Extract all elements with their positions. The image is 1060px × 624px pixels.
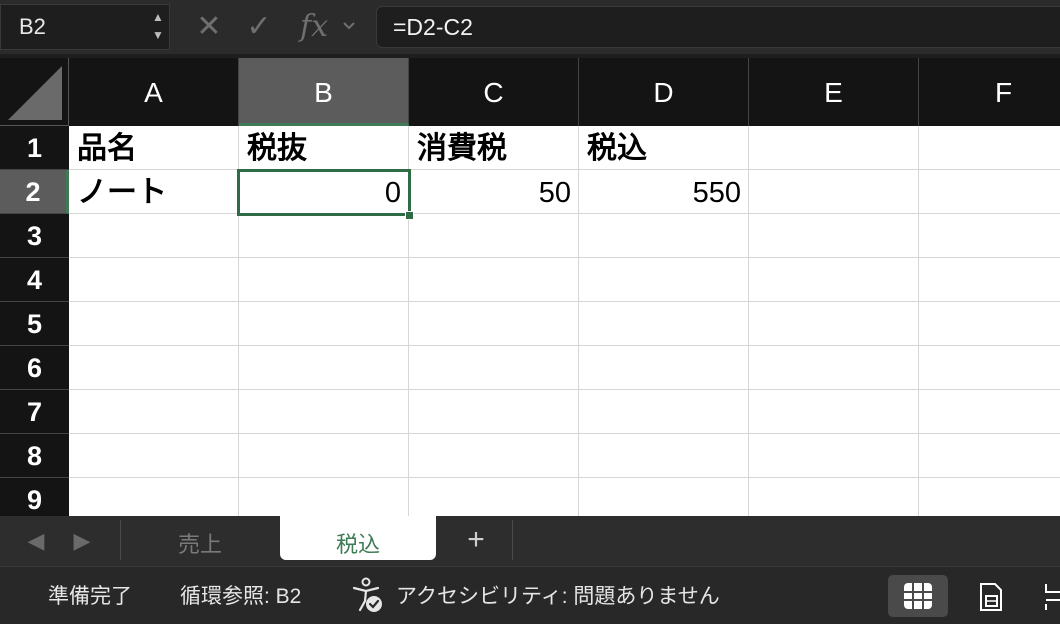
formula-input[interactable]: =D2-C2 xyxy=(376,6,1060,48)
column-header-a[interactable]: A xyxy=(69,58,239,126)
add-sheet-button[interactable]: + xyxy=(456,522,496,558)
status-accessibility[interactable]: アクセシビリティ: 問題ありません xyxy=(396,567,720,624)
cell-b2[interactable]: 0 xyxy=(239,170,409,214)
chevron-down-icon[interactable] xyxy=(338,6,360,48)
column-header-f[interactable]: F xyxy=(919,58,1060,126)
row-header-5[interactable]: 5 xyxy=(0,302,69,346)
status-circular-reference[interactable]: 循環参照: B2 xyxy=(180,567,301,624)
formula-bar: B2 ▲ ▼ ✕ ✓ fx =D2-C2 xyxy=(0,0,1060,54)
cell-c1[interactable]: 消費税 xyxy=(409,126,579,170)
cancel-icon[interactable]: ✕ xyxy=(192,6,226,48)
cell-c2[interactable]: 50 xyxy=(409,170,579,214)
sheet-tab-label: 税込 xyxy=(335,532,380,557)
fill-handle[interactable] xyxy=(405,211,414,220)
name-box-stepper[interactable]: ▲ ▼ xyxy=(150,8,166,46)
row-header-4[interactable]: 4 xyxy=(0,258,69,302)
row-header-8[interactable]: 8 xyxy=(0,434,69,478)
stepper-up-icon[interactable]: ▲ xyxy=(150,8,166,26)
cell-d2[interactable]: 550 xyxy=(579,170,749,214)
cell-a2[interactable]: ノート xyxy=(69,170,239,214)
status-bar: 準備完了 循環参照: B2 アクセシビリティ: 問題ありません xyxy=(0,566,1060,624)
row-header-2[interactable]: 2 xyxy=(0,170,69,214)
cell-b1[interactable]: 税抜 xyxy=(239,126,409,170)
sheet-tab-zeikomi[interactable]: 税込 xyxy=(280,516,436,560)
sheet-tab-label: 売上 xyxy=(177,532,222,557)
column-header-d[interactable]: D xyxy=(579,58,749,126)
cell-a1[interactable]: 品名 xyxy=(69,126,239,170)
row-header-7[interactable]: 7 xyxy=(0,390,69,434)
row-header-6[interactable]: 6 xyxy=(0,346,69,390)
name-box[interactable]: B2 xyxy=(0,4,170,50)
confirm-icon[interactable]: ✓ xyxy=(242,6,276,48)
column-header-b[interactable]: B xyxy=(239,58,409,126)
formula-text: =D2-C2 xyxy=(393,14,473,40)
page-break-icon xyxy=(1045,584,1060,610)
normal-view-button[interactable] xyxy=(888,575,948,617)
row-header-3[interactable]: 3 xyxy=(0,214,69,258)
grid-view-icon xyxy=(904,583,932,609)
tab-divider xyxy=(120,520,121,560)
select-all-button[interactable] xyxy=(0,58,69,126)
tab-divider xyxy=(512,520,513,560)
status-ready: 準備完了 xyxy=(48,585,132,608)
row-header-1[interactable]: 1 xyxy=(0,126,69,170)
name-box-value: B2 xyxy=(19,14,46,39)
insert-function-icon[interactable]: fx xyxy=(296,6,332,48)
accessibility-icon[interactable] xyxy=(350,577,390,617)
select-all-icon xyxy=(8,66,62,120)
page-layout-view-button[interactable] xyxy=(962,575,1020,617)
row-header-9[interactable]: 9 xyxy=(0,478,69,516)
sheet-tab-uriage[interactable]: 売上 xyxy=(122,516,278,560)
previous-sheet-icon[interactable]: ◀ xyxy=(22,526,50,556)
page-layout-icon xyxy=(980,583,1002,611)
stepper-down-icon[interactable]: ▼ xyxy=(150,26,166,44)
column-header-c[interactable]: C xyxy=(409,58,579,126)
spreadsheet-grid: A B C D E F 1 2 3 4 5 6 7 8 9 品名 税抜 消費税 … xyxy=(0,58,1060,516)
page-break-view-button[interactable] xyxy=(1036,575,1060,617)
sheet-tab-bar: ◀ ▶ 売上 税込 + xyxy=(0,516,1060,566)
cell-d1[interactable]: 税込 xyxy=(579,126,749,170)
column-header-e[interactable]: E xyxy=(749,58,919,126)
next-sheet-icon[interactable]: ▶ xyxy=(68,526,96,556)
